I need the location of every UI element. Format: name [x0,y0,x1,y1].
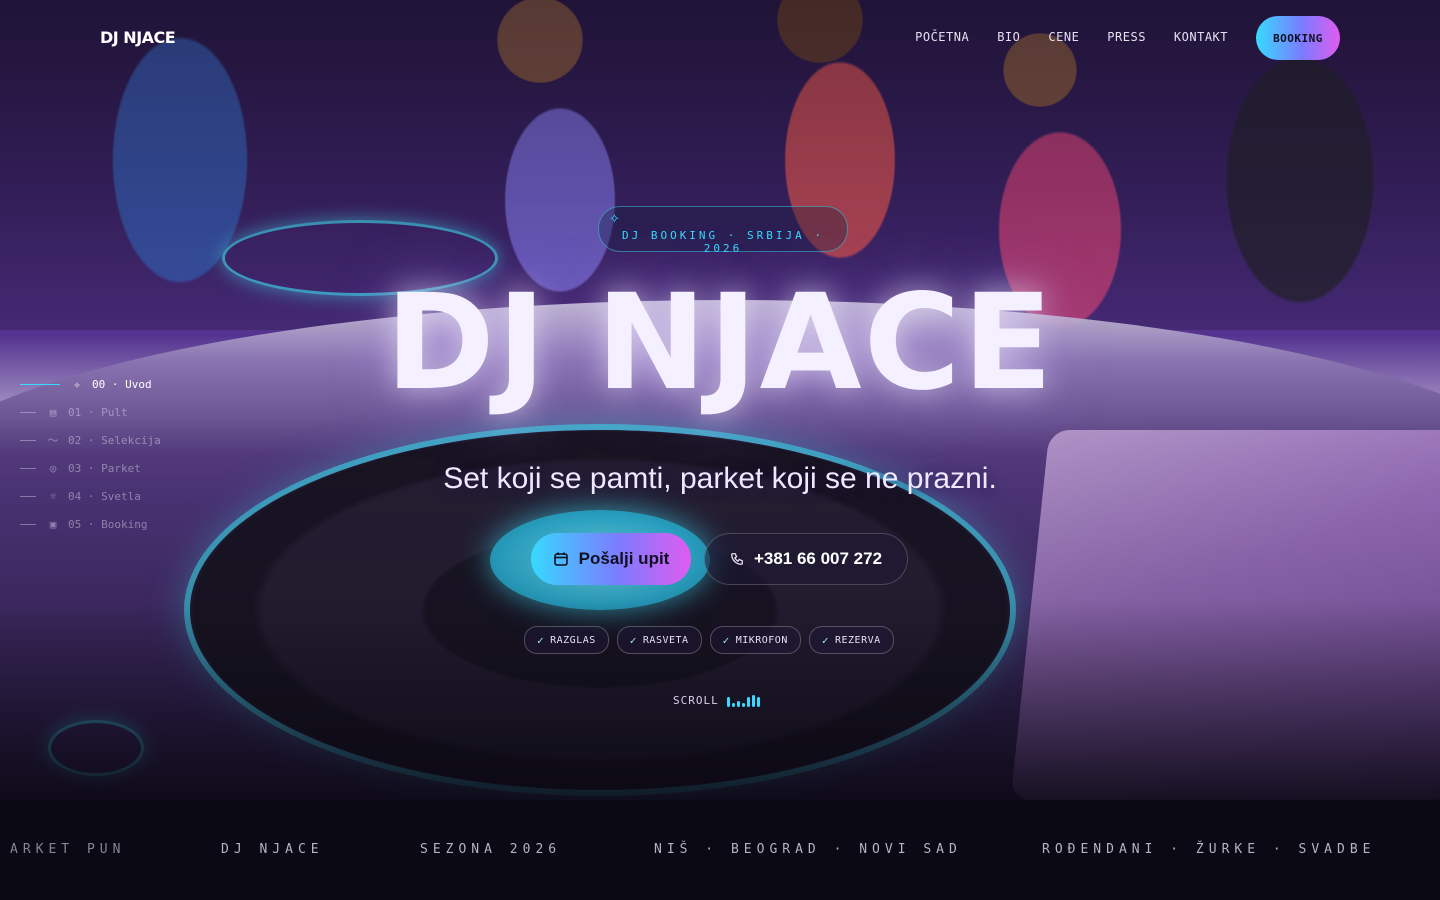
feature-chip: ✓ MIKROFON [709,626,801,654]
feature-label: MIKROFON [735,634,788,646]
badge-text: DJ BOOKING · SRBIJA · 2026 [621,229,825,255]
ticker-item: NIŠ · BEOGRAD · NOVI SAD [654,842,962,857]
check-icon: ✓ [629,633,637,647]
nav-link-bio[interactable]: BIO [997,30,1020,44]
booking-button[interactable]: BOOKING [1256,16,1340,60]
scroll-label: SCROLL [673,694,719,707]
nav-link-cene[interactable]: CENE [1048,30,1079,44]
section-label: 02 · Selekcija [68,433,161,447]
feature-label: RAZGLAS [550,634,596,646]
main-menu: POČETNA BIO CENE PRESS KONTAKT [915,30,1228,44]
section-label: 05 · Booking [68,517,148,531]
phone-icon [731,553,743,565]
section-indicator [20,439,36,441]
phone-button[interactable]: +381 66 007 272 [704,533,908,585]
section-indicator [20,523,36,525]
scroll-indicator[interactable]: SCROLL [673,694,760,707]
phone-number: +381 66 007 272 [753,549,883,568]
marquee-ticker: ARKET PUN DJ NJACE SEZONA 2026 NIŠ · BEO… [0,800,1440,900]
feature-label: REZERVA [834,634,881,646]
hero-title: DJ NJACE [385,266,1055,420]
top-navigation: DJ NJACE POČETNA BIO CENE PRESS KONTAKT … [0,0,1440,76]
feature-chip: ✓ REZERVA [808,626,894,654]
send-inquiry-button[interactable]: Pošalji upit [531,533,691,585]
feature-chip: ✓ RASVETA [616,626,702,654]
feature-label: RASVETA [642,634,689,646]
section-link-selekcija[interactable]: 〜 02 · Selekcija [20,426,161,454]
wave-icon: 〜 [47,434,59,447]
check-icon: ✓ [722,633,730,647]
check-icon: ✓ [821,633,829,647]
nav-link-pocetna[interactable]: POČETNA [915,30,969,44]
send-inquiry-label: Pošalji upit [578,549,670,568]
brand-logo[interactable]: DJ NJACE [100,28,176,47]
sparkle-icon: ✧ [609,211,620,226]
nav-link-press[interactable]: PRESS [1107,30,1146,44]
section-link-booking[interactable]: ▣ 05 · Booking [20,510,161,538]
check-icon: ✓ [537,633,545,647]
hero-badge: ✧ DJ BOOKING · SRBIJA · 2026 [598,206,848,255]
ticker-item: DJ NJACE [221,842,324,857]
ticker-item: ROĐENDANI · ŽURKE · SVADBE [1042,842,1376,857]
ticker-item: SEZONA 2026 [420,842,562,857]
calendar-icon: ▣ [49,517,57,531]
feature-chip: ✓ RAZGLAS [524,626,609,654]
feature-chips: ✓ RAZGLAS ✓ RASVETA ✓ MIKROFON ✓ REZERVA [524,626,894,654]
equalizer-icon [726,694,760,707]
hero-tagline: Set koji se pamti, parket koji se ne pra… [443,462,997,495]
calendar-icon [553,552,568,566]
ticker-item: ARKET PUN [10,842,126,857]
nav-link-kontakt[interactable]: KONTAKT [1174,30,1228,44]
